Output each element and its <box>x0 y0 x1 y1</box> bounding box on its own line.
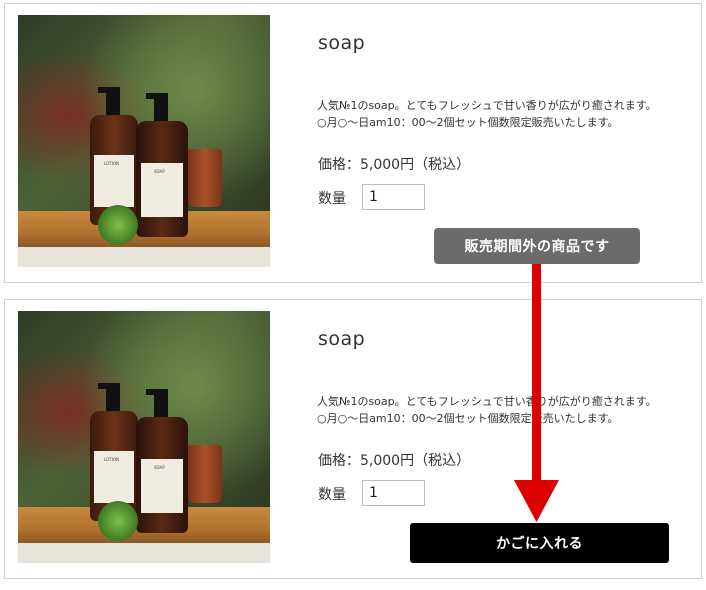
out-of-sale-period-badge: 販売期間外の商品です <box>434 228 640 264</box>
product-price: 価格：5,000円（税込） <box>318 453 471 469</box>
plant-leaves <box>98 501 138 541</box>
product-title: soap <box>318 32 366 54</box>
quantity-input[interactable] <box>362 184 425 210</box>
add-to-cart-button[interactable]: かごに入れる <box>410 523 669 563</box>
quantity-label: 数量 <box>318 191 346 207</box>
plant-leaves <box>98 205 138 245</box>
product-description: 人気№1のsoap。とてもフレッシュで甘い香りが広がり癒されます。 ○月○～日a… <box>317 99 657 129</box>
product-title: soap <box>318 328 366 350</box>
product-photo: LOTION SOAP <box>18 311 270 563</box>
product-photo: LOTION SOAP <box>18 15 270 267</box>
product-description: 人気№1のsoap。とてもフレッシュで甘い香りが広がり癒されます。 ○月○～日a… <box>317 395 657 425</box>
quantity-input[interactable] <box>362 480 425 506</box>
quantity-label: 数量 <box>318 487 346 503</box>
product-price: 価格：5,000円（税込） <box>318 157 471 173</box>
